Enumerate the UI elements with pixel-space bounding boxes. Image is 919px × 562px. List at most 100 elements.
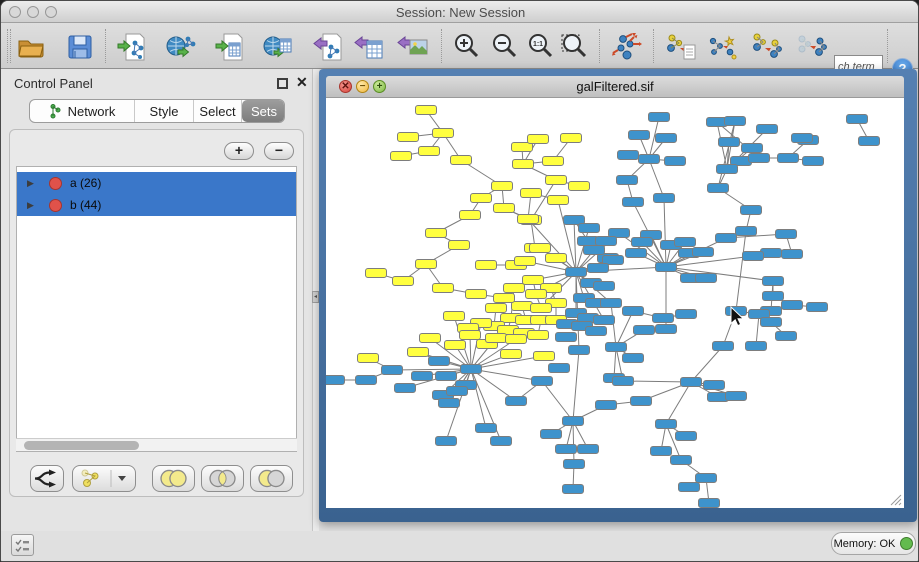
graph-node-blue[interactable] [439,399,460,408]
select-first-neighbors-icon[interactable] [751,31,783,63]
graph-node-blue[interactable] [563,417,584,426]
graph-node-blue[interactable] [654,194,675,203]
graph-node-yellow[interactable] [546,254,567,263]
graph-node-blue[interactable] [726,392,747,401]
graph-node-blue[interactable] [782,301,803,310]
export-network-icon[interactable] [311,31,343,63]
graph-node-yellow[interactable] [476,261,497,270]
graph-node-blue[interactable] [631,397,652,406]
network-frame-titlebar[interactable]: ✕ − + galFiltered.sif [326,76,904,98]
graph-node-blue[interactable] [382,366,403,375]
graph-node-blue[interactable] [653,314,674,323]
graph-node-blue[interactable] [717,165,738,174]
export-table-icon[interactable] [353,31,385,63]
graph-node-blue[interactable] [656,134,677,143]
graph-node-blue[interactable] [792,134,813,143]
graph-node-blue[interactable] [713,342,734,351]
set-difference-button[interactable] [250,465,293,492]
graph-node-blue[interactable] [436,372,457,381]
graph-node-blue[interactable] [665,157,686,166]
graph-node-blue[interactable] [623,307,644,316]
set-row[interactable]: ▶b (44) [17,194,296,216]
expand-triangle-icon[interactable]: ▶ [27,200,39,211]
graph-node-blue[interactable] [578,445,599,454]
sets-horizontal-scrollbar[interactable] [16,438,297,451]
graph-node-blue[interactable] [549,364,570,373]
graph-node-blue[interactable] [704,381,725,390]
graph-node-yellow[interactable] [515,257,536,266]
graph-node-yellow[interactable] [460,331,481,340]
split-set-button[interactable] [30,465,64,492]
graph-node-blue[interactable] [617,176,638,185]
graph-node-yellow[interactable] [444,312,465,321]
graph-node-yellow[interactable] [486,334,507,343]
graph-node-yellow[interactable] [366,269,387,278]
task-history-button[interactable] [11,534,34,556]
graph-node-yellow[interactable] [398,133,419,142]
graph-node-blue[interactable] [696,474,717,483]
graph-node-blue[interactable] [623,354,644,363]
add-set-button[interactable]: + [224,142,254,160]
set-union-button[interactable] [152,465,195,492]
create-set-from-network-button[interactable] [72,465,136,492]
zoom-in-icon[interactable] [451,31,483,63]
network-canvas[interactable] [326,98,904,508]
graph-node-yellow[interactable] [471,194,492,203]
graph-node-blue[interactable] [564,460,585,469]
collapse-panel-handle[interactable]: ◂ [312,291,319,303]
graph-node-blue[interactable] [594,316,615,325]
graph-node-blue[interactable] [569,346,590,355]
graph-node-blue[interactable] [742,144,763,153]
graph-node-yellow[interactable] [460,211,481,220]
graph-node-yellow[interactable] [569,182,590,191]
import-network-file-icon[interactable] [116,31,148,63]
tab-style[interactable]: Style [135,100,194,122]
zoom-actual-size-icon[interactable]: 1:1 [525,31,557,63]
graph-node-yellow[interactable] [546,176,567,185]
graph-node-yellow[interactable] [528,135,549,144]
graph-node-blue[interactable] [776,332,797,341]
graph-node-blue[interactable] [563,485,584,494]
import-table-file-icon[interactable] [214,31,246,63]
graph-node-blue[interactable] [601,299,622,308]
graph-node-blue[interactable] [541,430,562,439]
graph-node-blue[interactable] [606,343,627,352]
graph-node-blue[interactable] [639,155,660,164]
graph-node-yellow[interactable] [534,352,555,361]
graph-node-blue[interactable] [579,224,600,233]
graph-node-yellow[interactable] [393,277,414,286]
apply-layout-icon[interactable] [610,31,642,63]
graph-node-blue[interactable] [588,264,609,273]
graph-node-yellow[interactable] [492,182,513,191]
zoom-out-icon[interactable] [489,31,521,63]
tab-network[interactable]: Network [30,100,135,122]
graph-node-blue[interactable] [476,424,497,433]
graph-node-blue[interactable] [613,377,634,386]
graph-node-yellow[interactable] [526,290,547,299]
graph-node-blue[interactable] [763,292,784,301]
graph-node-blue[interactable] [679,483,700,492]
graph-node-yellow[interactable] [416,106,437,115]
graph-node-blue[interactable] [847,115,868,124]
graph-node-yellow[interactable] [530,244,551,253]
graph-node-yellow[interactable] [512,302,533,311]
graph-node-yellow[interactable] [486,304,507,313]
graph-node-yellow[interactable] [543,157,564,166]
graph-node-yellow[interactable] [416,260,437,269]
graph-node-blue[interactable] [859,137,880,146]
memory-status-button[interactable]: Memory: OK [831,532,916,555]
graph-node-blue[interactable] [757,125,778,134]
graph-node-yellow[interactable] [408,348,429,357]
graph-node-blue[interactable] [743,252,764,261]
graph-node-blue[interactable] [708,184,729,193]
graph-node-yellow[interactable] [426,229,447,238]
graph-node-yellow[interactable] [420,334,441,343]
graph-node-yellow[interactable] [518,215,539,224]
graph-node-blue[interactable] [623,198,644,207]
close-panel-icon[interactable]: ✕ [296,74,308,91]
graph-node-yellow[interactable] [433,129,454,138]
graph-node-blue[interactable] [736,227,757,236]
graph-node-yellow[interactable] [494,294,515,303]
graph-node-blue[interactable] [725,117,746,126]
graph-node-yellow[interactable] [506,335,527,344]
